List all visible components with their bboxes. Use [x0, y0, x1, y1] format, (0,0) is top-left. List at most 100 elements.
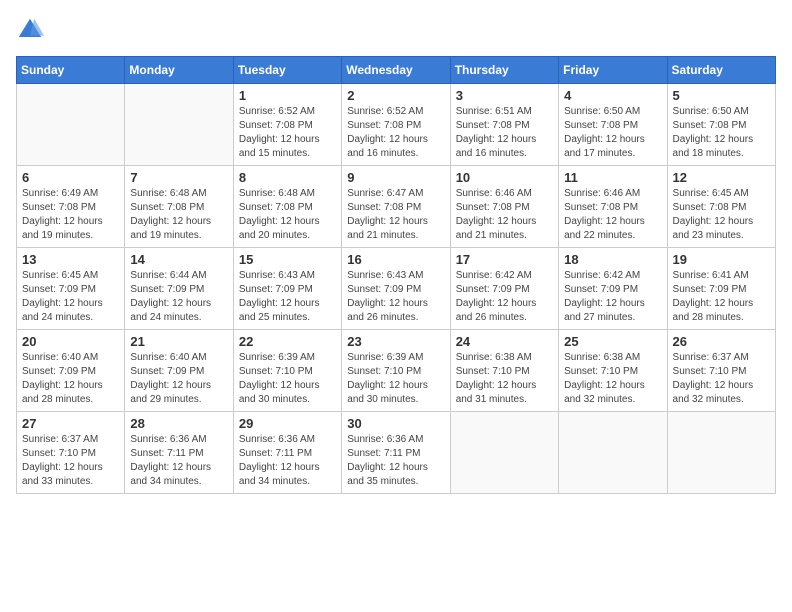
day-number: 22	[239, 334, 336, 349]
day-number: 11	[564, 170, 661, 185]
calendar-cell: 20 Sunrise: 6:40 AM Sunset: 7:09 PM Dayli…	[17, 330, 125, 412]
day-number: 4	[564, 88, 661, 103]
calendar-cell: 21 Sunrise: 6:40 AM Sunset: 7:09 PM Dayli…	[125, 330, 233, 412]
col-header-tuesday: Tuesday	[233, 57, 341, 84]
day-info: Sunrise: 6:39 AM Sunset: 7:10 PM Dayligh…	[239, 351, 336, 407]
day-info: Sunrise: 6:38 AM Sunset: 7:10 PM Dayligh…	[564, 351, 661, 407]
day-info: Sunrise: 6:41 AM Sunset: 7:09 PM Dayligh…	[673, 269, 770, 325]
calendar-week-4: 20 Sunrise: 6:40 AM Sunset: 7:09 PM Dayli…	[17, 330, 776, 412]
calendar-cell: 23 Sunrise: 6:39 AM Sunset: 7:10 PM Dayli…	[342, 330, 450, 412]
calendar-week-3: 13 Sunrise: 6:45 AM Sunset: 7:09 PM Dayli…	[17, 248, 776, 330]
day-info: Sunrise: 6:40 AM Sunset: 7:09 PM Dayligh…	[130, 351, 227, 407]
day-number: 24	[456, 334, 553, 349]
col-header-saturday: Saturday	[667, 57, 775, 84]
day-number: 5	[673, 88, 770, 103]
calendar-cell: 30Sunrise: 6:36 AM Sunset: 7:11 PM Dayli…	[342, 412, 450, 494]
day-info: Sunrise: 6:39 AM Sunset: 7:10 PM Dayligh…	[347, 351, 444, 407]
day-number: 7	[130, 170, 227, 185]
calendar-week-1: 1 Sunrise: 6:52 AM Sunset: 7:08 PM Daylig…	[17, 84, 776, 166]
day-number: 6	[22, 170, 119, 185]
day-info: Sunrise: 6:36 AM Sunset: 7:11 PM Dayligh…	[239, 433, 336, 489]
calendar-cell	[17, 84, 125, 166]
calendar-cell: 11 Sunrise: 6:46 AM Sunset: 7:08 PM Dayli…	[559, 166, 667, 248]
calendar-cell: 19Sunrise: 6:41 AM Sunset: 7:09 PM Dayli…	[667, 248, 775, 330]
calendar-cell	[450, 412, 558, 494]
day-number: 15	[239, 252, 336, 267]
day-info: Sunrise: 6:46 AM Sunset: 7:08 PM Dayligh…	[564, 187, 661, 243]
day-info: Sunrise: 6:42 AM Sunset: 7:09 PM Dayligh…	[564, 269, 661, 325]
day-number: 25	[564, 334, 661, 349]
calendar-cell: 10 Sunrise: 6:46 AM Sunset: 7:08 PM Dayli…	[450, 166, 558, 248]
day-number: 23	[347, 334, 444, 349]
day-info: Sunrise: 6:50 AM Sunset: 7:08 PM Dayligh…	[564, 105, 661, 161]
calendar-cell: 5Sunrise: 6:50 AM Sunset: 7:08 PM Daylig…	[667, 84, 775, 166]
calendar-cell: 15 Sunrise: 6:43 AM Sunset: 7:09 PM Dayli…	[233, 248, 341, 330]
calendar-cell: 26 Sunrise: 6:37 AM Sunset: 7:10 PM Dayli…	[667, 330, 775, 412]
day-number: 16	[347, 252, 444, 267]
calendar-cell: 2Sunrise: 6:52 AM Sunset: 7:08 PM Daylig…	[342, 84, 450, 166]
calendar-cell	[125, 84, 233, 166]
day-info: Sunrise: 6:45 AM Sunset: 7:09 PM Dayligh…	[22, 269, 119, 325]
logo-icon	[16, 16, 44, 44]
day-number: 13	[22, 252, 119, 267]
day-info: Sunrise: 6:43 AM Sunset: 7:09 PM Dayligh…	[239, 269, 336, 325]
day-info: Sunrise: 6:45 AM Sunset: 7:08 PM Dayligh…	[673, 187, 770, 243]
day-info: Sunrise: 6:38 AM Sunset: 7:10 PM Dayligh…	[456, 351, 553, 407]
day-info: Sunrise: 6:46 AM Sunset: 7:08 PM Dayligh…	[456, 187, 553, 243]
day-number: 20	[22, 334, 119, 349]
day-number: 17	[456, 252, 553, 267]
day-info: Sunrise: 6:43 AM Sunset: 7:09 PM Dayligh…	[347, 269, 444, 325]
calendar-cell: 7 Sunrise: 6:48 AM Sunset: 7:08 PM Daylig…	[125, 166, 233, 248]
logo	[16, 16, 48, 44]
day-info: Sunrise: 6:36 AM Sunset: 7:11 PM Dayligh…	[130, 433, 227, 489]
day-info: Sunrise: 6:44 AM Sunset: 7:09 PM Dayligh…	[130, 269, 227, 325]
day-info: Sunrise: 6:52 AM Sunset: 7:08 PM Dayligh…	[347, 105, 444, 161]
col-header-monday: Monday	[125, 57, 233, 84]
day-info: Sunrise: 6:40 AM Sunset: 7:09 PM Dayligh…	[22, 351, 119, 407]
col-header-thursday: Thursday	[450, 57, 558, 84]
day-info: Sunrise: 6:51 AM Sunset: 7:08 PM Dayligh…	[456, 105, 553, 161]
day-number: 12	[673, 170, 770, 185]
day-number: 1	[239, 88, 336, 103]
calendar-cell	[667, 412, 775, 494]
calendar-cell: 29 Sunrise: 6:36 AM Sunset: 7:11 PM Dayli…	[233, 412, 341, 494]
calendar-cell: 6 Sunrise: 6:49 AM Sunset: 7:08 PM Daylig…	[17, 166, 125, 248]
calendar-cell: 8Sunrise: 6:48 AM Sunset: 7:08 PM Daylig…	[233, 166, 341, 248]
day-info: Sunrise: 6:49 AM Sunset: 7:08 PM Dayligh…	[22, 187, 119, 243]
calendar-cell: 17 Sunrise: 6:42 AM Sunset: 7:09 PM Dayli…	[450, 248, 558, 330]
day-info: Sunrise: 6:48 AM Sunset: 7:08 PM Dayligh…	[130, 187, 227, 243]
col-header-sunday: Sunday	[17, 57, 125, 84]
calendar-week-5: 27Sunrise: 6:37 AM Sunset: 7:10 PM Dayli…	[17, 412, 776, 494]
calendar-cell: 3Sunrise: 6:51 AM Sunset: 7:08 PM Daylig…	[450, 84, 558, 166]
day-number: 14	[130, 252, 227, 267]
day-number: 8	[239, 170, 336, 185]
day-number: 10	[456, 170, 553, 185]
col-header-friday: Friday	[559, 57, 667, 84]
calendar-week-2: 6 Sunrise: 6:49 AM Sunset: 7:08 PM Daylig…	[17, 166, 776, 248]
day-info: Sunrise: 6:37 AM Sunset: 7:10 PM Dayligh…	[673, 351, 770, 407]
calendar-cell: 13 Sunrise: 6:45 AM Sunset: 7:09 PM Dayli…	[17, 248, 125, 330]
day-number: 9	[347, 170, 444, 185]
day-number: 30	[347, 416, 444, 431]
day-number: 28	[130, 416, 227, 431]
day-number: 18	[564, 252, 661, 267]
day-info: Sunrise: 6:42 AM Sunset: 7:09 PM Dayligh…	[456, 269, 553, 325]
calendar-cell: 12 Sunrise: 6:45 AM Sunset: 7:08 PM Dayli…	[667, 166, 775, 248]
calendar-header-row: SundayMondayTuesdayWednesdayThursdayFrid…	[17, 57, 776, 84]
calendar-cell	[559, 412, 667, 494]
calendar-cell: 9Sunrise: 6:47 AM Sunset: 7:08 PM Daylig…	[342, 166, 450, 248]
calendar-cell: 16 Sunrise: 6:43 AM Sunset: 7:09 PM Dayli…	[342, 248, 450, 330]
calendar-cell: 1 Sunrise: 6:52 AM Sunset: 7:08 PM Daylig…	[233, 84, 341, 166]
col-header-wednesday: Wednesday	[342, 57, 450, 84]
day-number: 26	[673, 334, 770, 349]
calendar-cell: 22 Sunrise: 6:39 AM Sunset: 7:10 PM Dayli…	[233, 330, 341, 412]
calendar-cell: 18 Sunrise: 6:42 AM Sunset: 7:09 PM Dayli…	[559, 248, 667, 330]
calendar-cell: 4 Sunrise: 6:50 AM Sunset: 7:08 PM Daylig…	[559, 84, 667, 166]
day-info: Sunrise: 6:52 AM Sunset: 7:08 PM Dayligh…	[239, 105, 336, 161]
day-info: Sunrise: 6:37 AM Sunset: 7:10 PM Dayligh…	[22, 433, 119, 489]
calendar-table: SundayMondayTuesdayWednesdayThursdayFrid…	[16, 56, 776, 494]
page-header	[16, 16, 776, 44]
calendar-cell: 25 Sunrise: 6:38 AM Sunset: 7:10 PM Dayli…	[559, 330, 667, 412]
day-number: 21	[130, 334, 227, 349]
day-number: 29	[239, 416, 336, 431]
